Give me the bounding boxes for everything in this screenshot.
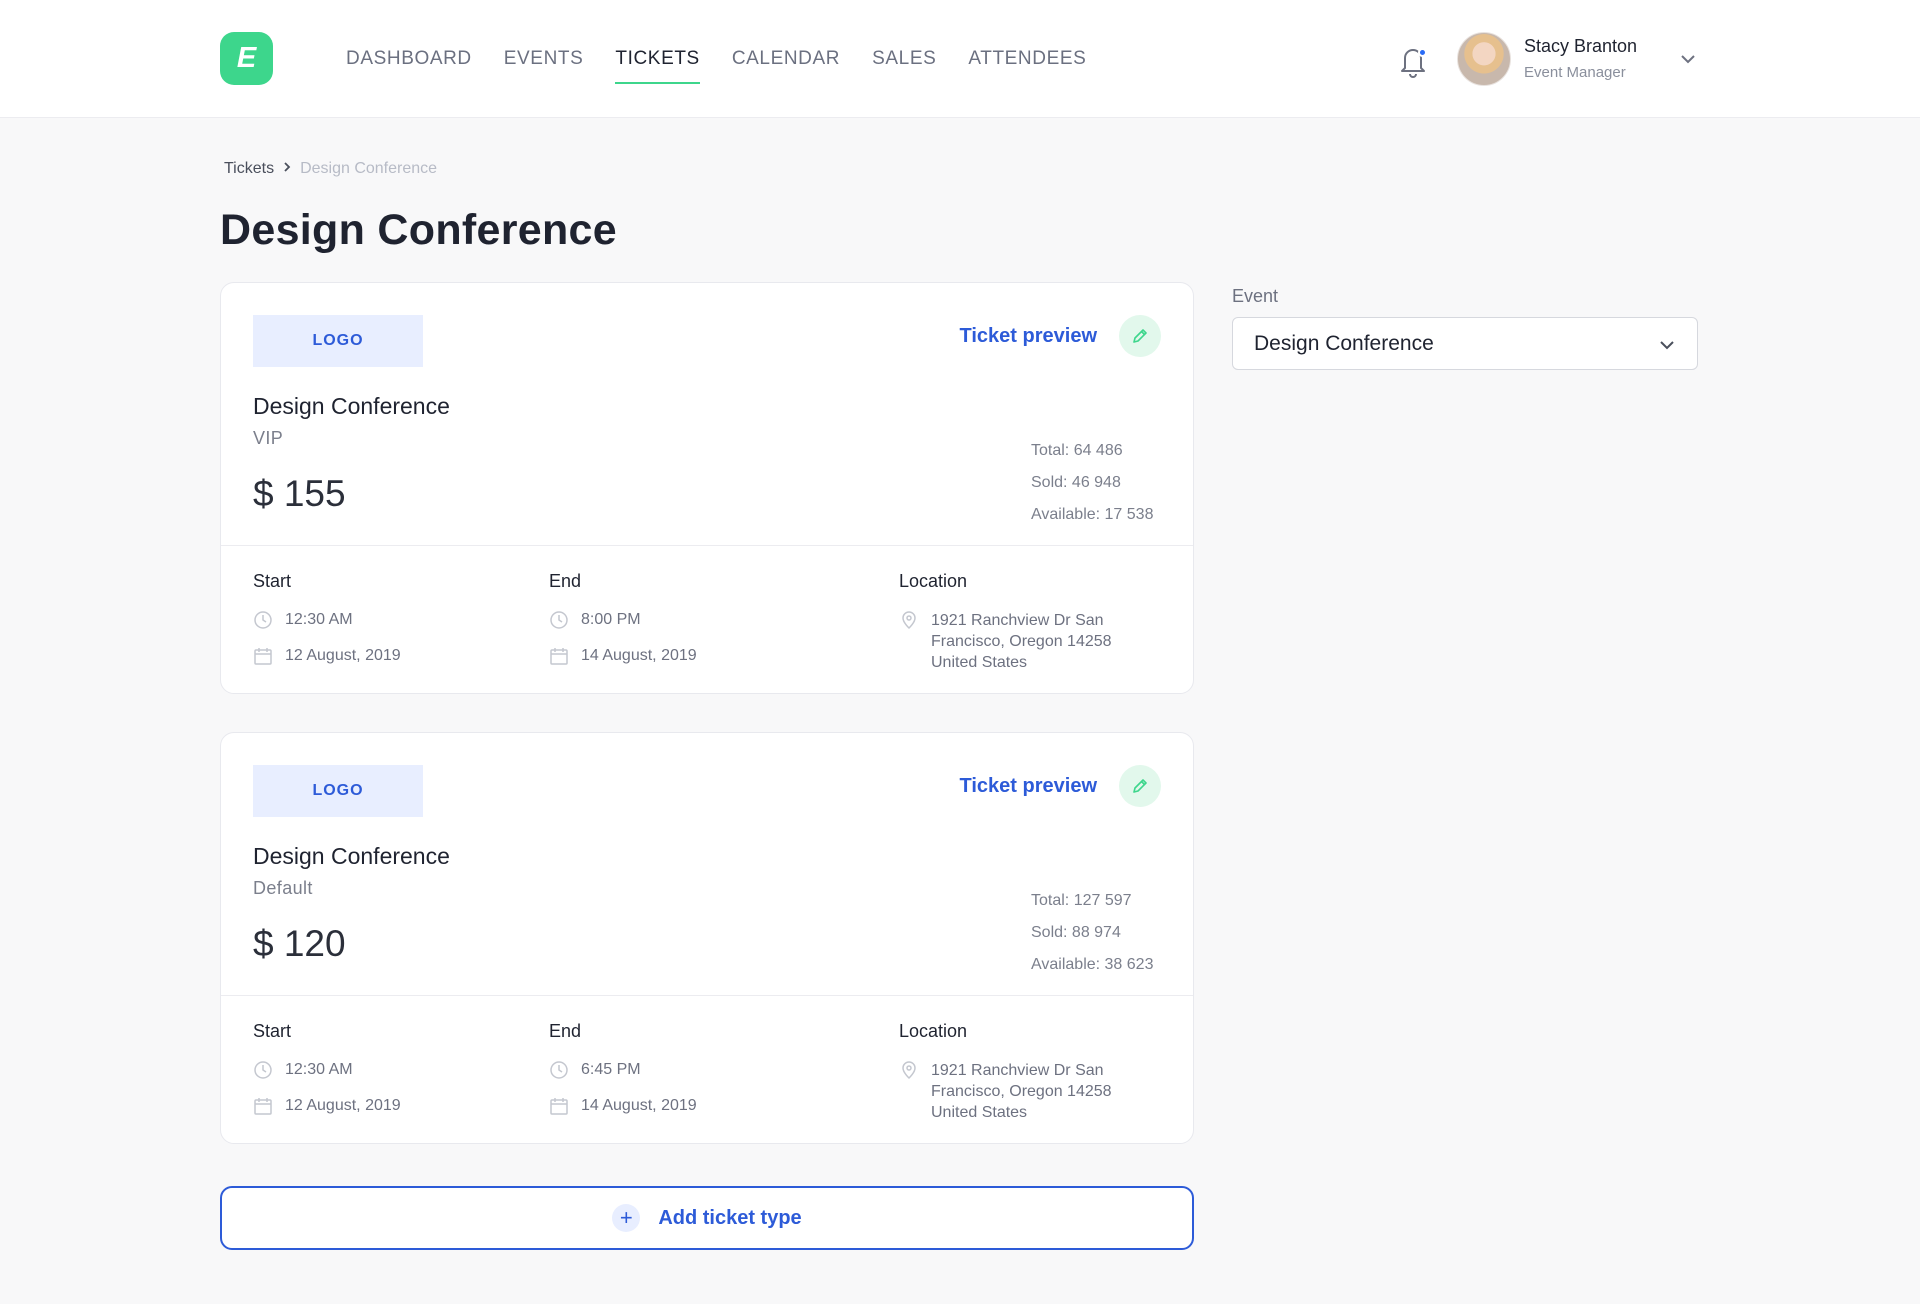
end-date: 14 August, 2019	[581, 647, 697, 664]
breadcrumb-current: Design Conference	[300, 160, 438, 177]
location-column: Location 1921 Ranchview Dr San Francisco…	[899, 1021, 1131, 1123]
user-name: Stacy Branton	[1524, 36, 1638, 56]
ticket-logo-placeholder: LOGO	[253, 315, 423, 367]
calendar-icon	[254, 648, 272, 665]
ticket-tier: VIP	[253, 428, 284, 448]
avatar[interactable]	[1457, 32, 1511, 86]
nav-events[interactable]: EVENTS	[504, 48, 584, 84]
ticket-total: Total: 127 597	[1031, 892, 1132, 909]
end-column: End 8:00 PM 14 August, 2019	[549, 571, 697, 682]
event-select-value: Design Conference	[1254, 332, 1434, 355]
app-logo[interactable]: E	[220, 32, 273, 85]
edit-ticket-button[interactable]	[1119, 765, 1161, 807]
page-title: Design Conference	[220, 206, 617, 254]
start-time: 12:30 AM	[285, 1061, 353, 1078]
location-label: Location	[899, 571, 968, 591]
ticket-available: Available: 38 623	[1031, 956, 1154, 973]
end-date: 14 August, 2019	[581, 1097, 697, 1114]
start-column: Start 12:30 AM 12 August, 2019	[253, 571, 401, 682]
plus-icon: +	[612, 1204, 641, 1232]
ticket-stats: Total: 64 486 Sold: 46 948 Available: 17…	[1031, 435, 1153, 531]
start-date: 12 August, 2019	[285, 1097, 401, 1114]
start-label: Start	[253, 571, 292, 591]
calendar-icon	[254, 1098, 272, 1115]
card-divider	[221, 545, 1193, 546]
chevron-down-icon	[1659, 338, 1675, 350]
add-ticket-type-button[interactable]: + Add ticket type	[220, 1186, 1194, 1250]
notification-dot	[1418, 48, 1427, 57]
main-nav: DASHBOARD EVENTS TICKETS CALENDAR SALES …	[346, 48, 1086, 84]
map-pin-icon	[902, 1061, 916, 1080]
nav-sales[interactable]: SALES	[872, 48, 936, 84]
ticket-preview-link[interactable]: Ticket preview	[960, 325, 1097, 348]
end-time: 6:45 PM	[581, 1061, 641, 1078]
pencil-icon	[1133, 779, 1147, 793]
ticket-logo-placeholder: LOGO	[253, 765, 423, 817]
bell-icon[interactable]	[1398, 44, 1428, 78]
nav-tickets[interactable]: TICKETS	[615, 48, 700, 84]
location-address: 1921 Ranchview Dr San Francisco, Oregon …	[931, 612, 1112, 671]
pencil-icon	[1133, 329, 1147, 343]
ticket-price: $ 155	[253, 473, 346, 514]
event-filter-label: Event	[1232, 286, 1279, 306]
ticket-price: $ 120	[253, 923, 346, 964]
chevron-down-icon[interactable]	[1680, 52, 1696, 64]
end-label: End	[549, 1021, 582, 1041]
start-date: 12 August, 2019	[285, 647, 401, 664]
start-label: Start	[253, 1021, 292, 1041]
end-time: 8:00 PM	[581, 611, 641, 628]
nav-dashboard[interactable]: DASHBOARD	[346, 48, 472, 84]
start-time: 12:30 AM	[285, 611, 353, 628]
location-column: Location 1921 Ranchview Dr San Francisco…	[899, 571, 1131, 673]
ticket-available: Available: 17 538	[1031, 506, 1154, 523]
clock-icon	[550, 611, 568, 629]
calendar-icon	[550, 1098, 568, 1115]
location-label: Location	[899, 1021, 968, 1041]
ticket-total: Total: 64 486	[1031, 442, 1123, 459]
ticket-tier: Default	[253, 878, 313, 898]
calendar-icon	[550, 648, 568, 665]
ticket-sold: Sold: 46 948	[1031, 474, 1121, 491]
edit-ticket-button[interactable]	[1119, 315, 1161, 357]
nav-attendees[interactable]: ATTENDEES	[968, 48, 1086, 84]
top-bar: E DASHBOARD EVENTS TICKETS CALENDAR SALE…	[0, 0, 1920, 118]
ticket-card-vip: LOGO Ticket preview Design Conference VI…	[220, 282, 1194, 694]
location-address: 1921 Ranchview Dr San Francisco, Oregon …	[931, 1062, 1112, 1121]
breadcrumb: Tickets Design Conference	[224, 160, 437, 178]
breadcrumb-tickets[interactable]: Tickets	[224, 160, 274, 178]
ticket-event-name: Design Conference	[253, 843, 450, 869]
ticket-event-name: Design Conference	[253, 393, 450, 419]
ticket-sold: Sold: 88 974	[1031, 924, 1121, 941]
map-pin-icon	[902, 611, 916, 630]
clock-icon	[550, 1061, 568, 1079]
clock-icon	[254, 1061, 272, 1079]
nav-calendar[interactable]: CALENDAR	[732, 48, 840, 84]
chevron-right-icon	[282, 160, 292, 178]
end-label: End	[549, 571, 582, 591]
start-column: Start 12:30 AM 12 August, 2019	[253, 1021, 401, 1132]
ticket-stats: Total: 127 597 Sold: 88 974 Available: 3…	[1031, 885, 1153, 981]
user-role: Event Manager	[1524, 64, 1626, 81]
end-column: End 6:45 PM 14 August, 2019	[549, 1021, 697, 1132]
add-ticket-type-label: Add ticket type	[658, 1206, 802, 1229]
event-select[interactable]: Design Conference	[1232, 317, 1698, 370]
ticket-preview-link[interactable]: Ticket preview	[960, 775, 1097, 798]
card-divider	[221, 995, 1193, 996]
clock-icon	[254, 611, 272, 629]
ticket-card-default: LOGO Ticket preview Design Conference De…	[220, 732, 1194, 1144]
